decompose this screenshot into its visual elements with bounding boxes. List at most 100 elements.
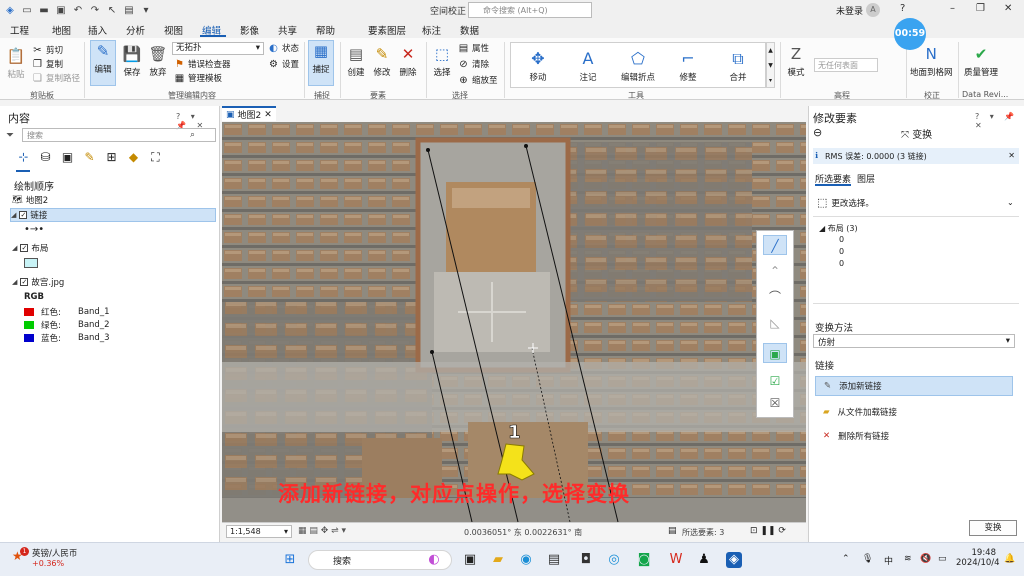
expand-caret-icon[interactable]: ◢ [12,278,17,286]
manage-templates-button[interactable]: ▦ 管理模板 [174,72,222,85]
clear-selection-button[interactable]: ⊘ 清除 [458,58,489,71]
fx-widget[interactable]: ★ 1 英镑/人民币 +0.36% [12,547,77,568]
ime-indicator[interactable]: 中 [884,554,893,567]
accept-link-button[interactable]: ☑ [763,371,787,391]
map-nav-icons[interactable]: ▦ ▤ ✥ ⇌ ▾ [298,526,346,536]
settings-button[interactable]: ⚙ 设置 [268,58,299,71]
copy-button[interactable]: ❐ 复制 [32,58,63,71]
arc-tool-button[interactable]: ⌒ [763,287,787,307]
paste-button[interactable]: 📋 粘贴 [6,46,26,80]
app-icon[interactable]: ◘ [578,552,594,568]
store-icon[interactable]: ▤ [546,552,562,568]
topology-select[interactable]: 无拓扑 ▾ [172,42,264,55]
select-button[interactable]: ⬚ 选择 [432,44,452,78]
sign-in-link[interactable]: 未登录 [836,4,863,17]
back-arrow-icon[interactable]: ⊖ [813,126,822,139]
copy-path-button[interactable]: ❏ 复制路径 [32,72,80,85]
transform-button[interactable]: 变换 [969,520,1017,536]
load-links-from-file-button[interactable]: ▰ 从文件加载链接 [815,402,1013,422]
layout-tree-node[interactable]: ◢ 布局 (3) [819,223,858,234]
reshape-tool[interactable]: ⌐ 修整 [663,47,713,83]
delete-button[interactable]: ✕ 删除 [398,44,418,78]
tab-analysis[interactable]: 分析 [126,23,145,37]
tab-help[interactable]: 帮助 [316,23,335,37]
tab-view[interactable]: 视图 [164,23,183,37]
wps-icon[interactable]: W [668,552,684,568]
windows-start-icon[interactable]: ⊞ [282,552,298,568]
minimize-icon[interactable]: – [950,3,955,14]
map-view[interactable]: 1 添加新链接，对应点操作，选择变换 ╱ ⌃ ⌒ ◺ ▣ ☑ ☒ [222,122,806,522]
redo-icon[interactable]: ↷ [88,3,102,17]
snapping-button[interactable]: ▦ 捕捉 [308,40,334,86]
layer-visibility-checkbox[interactable]: ✓ [20,278,29,286]
new-project-icon[interactable]: ▭ [20,3,34,17]
move-tool[interactable]: ✥ 移动 [513,47,563,83]
tab-feature-layer[interactable]: 要素图层 [368,23,406,37]
elevation-mode-button[interactable]: Z 模式 [786,44,806,78]
edit-button[interactable]: ✎ 编辑 [90,40,116,86]
cut-button[interactable]: ✂ 剪切 [32,44,63,57]
layer-visibility-checkbox[interactable]: ✓ [19,211,28,219]
feature-item[interactable]: 0 [839,247,844,256]
quality-management-button[interactable]: ✔ 质量管理 [964,44,998,78]
perspective-icon[interactable]: ⛶ [148,150,163,165]
tab-data[interactable]: 数据 [460,23,479,37]
close-tab-icon[interactable]: ✕ [264,110,272,120]
edge-browser-icon[interactable]: ◉ [518,552,534,568]
tab-imagery[interactable]: 影像 [240,23,259,37]
speaker-muted-icon[interactable]: 🔇 [920,554,931,564]
discard-edits-button[interactable]: 🗑 放弃 [148,44,168,78]
file-explorer-icon[interactable]: ▰ [490,552,506,568]
add-new-link-button[interactable]: ✎ 添加新链接 [815,376,1013,396]
microphone-icon[interactable]: 🎙 [862,554,873,564]
layout-tool-button[interactable]: ▣ [763,343,787,363]
error-inspector-button[interactable]: ⚑ 错误检查器 [174,58,231,71]
transform-method-select[interactable]: 仿射 ▾ [813,334,1015,348]
search-highlight-icon[interactable]: ◐ [426,552,442,568]
tab-project[interactable]: 工程 [10,23,29,37]
expand-caret-icon[interactable]: ◢ [11,211,16,219]
right-angle-tool-button[interactable]: ◺ [763,313,787,333]
map-view-tab[interactable]: ▣ 地图2 ✕ [222,106,276,121]
layer-row-links[interactable]: ◢ ✓ 链接 [10,208,216,222]
editing-list-icon[interactable]: ✎ [82,150,97,165]
tab-share[interactable]: 共享 [278,23,297,37]
status-actions[interactable]: ⊡ ❚❚ ⟳ [750,526,786,536]
gallery-scroll[interactable]: ▲ ▼ ▾ [766,42,775,88]
layer-row-layout[interactable]: ◢ ✓ 布局 [12,242,48,254]
battery-icon[interactable]: ▭ [938,554,947,564]
map-node[interactable]: 🗺 地图2 [12,194,48,206]
avatar[interactable]: A [866,3,880,17]
ie-browser-icon[interactable]: ◎ [606,552,622,568]
help-icon[interactable]: ? [900,3,905,14]
draw-order-icon[interactable]: ⊹ [16,150,31,165]
qq-icon[interactable]: ♟ [696,552,712,568]
feature-item[interactable]: 0 [839,259,844,268]
expand-caret-icon[interactable]: ◢ [12,244,17,252]
segment-tool-button[interactable]: ⌃ [763,261,787,281]
layer-visibility-checkbox[interactable]: ✓ [20,244,29,252]
wechat-icon[interactable]: ◙ [636,552,652,568]
notification-bell-icon[interactable]: 🔔 [1004,554,1015,564]
feature-item[interactable]: 0 [839,235,844,244]
close-icon[interactable]: ✕ [1004,3,1012,14]
arcgis-pro-icon[interactable]: ◈ [726,552,742,568]
edit-vertices-tool[interactable]: ⬠ 编辑折点 [613,47,663,83]
selection-list-icon[interactable]: ▣ [60,150,75,165]
ground-to-grid-button[interactable]: N 地面到格网 [910,44,953,78]
toolbox-icon[interactable]: ▤ [122,3,136,17]
layer-row-raster[interactable]: ◢ ✓ 故宫.jpg [12,276,64,288]
contents-search-input[interactable]: 搜索 [22,128,216,142]
reject-link-button[interactable]: ☒ [763,393,787,413]
data-source-icon[interactable]: ⛁ [38,150,53,165]
annotate-tool[interactable]: A 注记 [563,47,613,83]
attributes-button[interactable]: ▤ 属性 [458,42,489,55]
open-folder-icon[interactable]: ▬ [37,3,51,17]
create-button[interactable]: ▤ 创建 [346,44,366,78]
snapping-list-icon[interactable]: ⊞ [104,150,119,165]
select-tool-icon[interactable]: ↖ [105,3,119,17]
tab-insert[interactable]: 插入 [88,23,107,37]
undo-icon[interactable]: ↶ [71,3,85,17]
scale-select[interactable]: 1:1,548 ▾ [226,525,292,538]
clock[interactable]: 19:48 2024/10/4 [956,548,1000,568]
